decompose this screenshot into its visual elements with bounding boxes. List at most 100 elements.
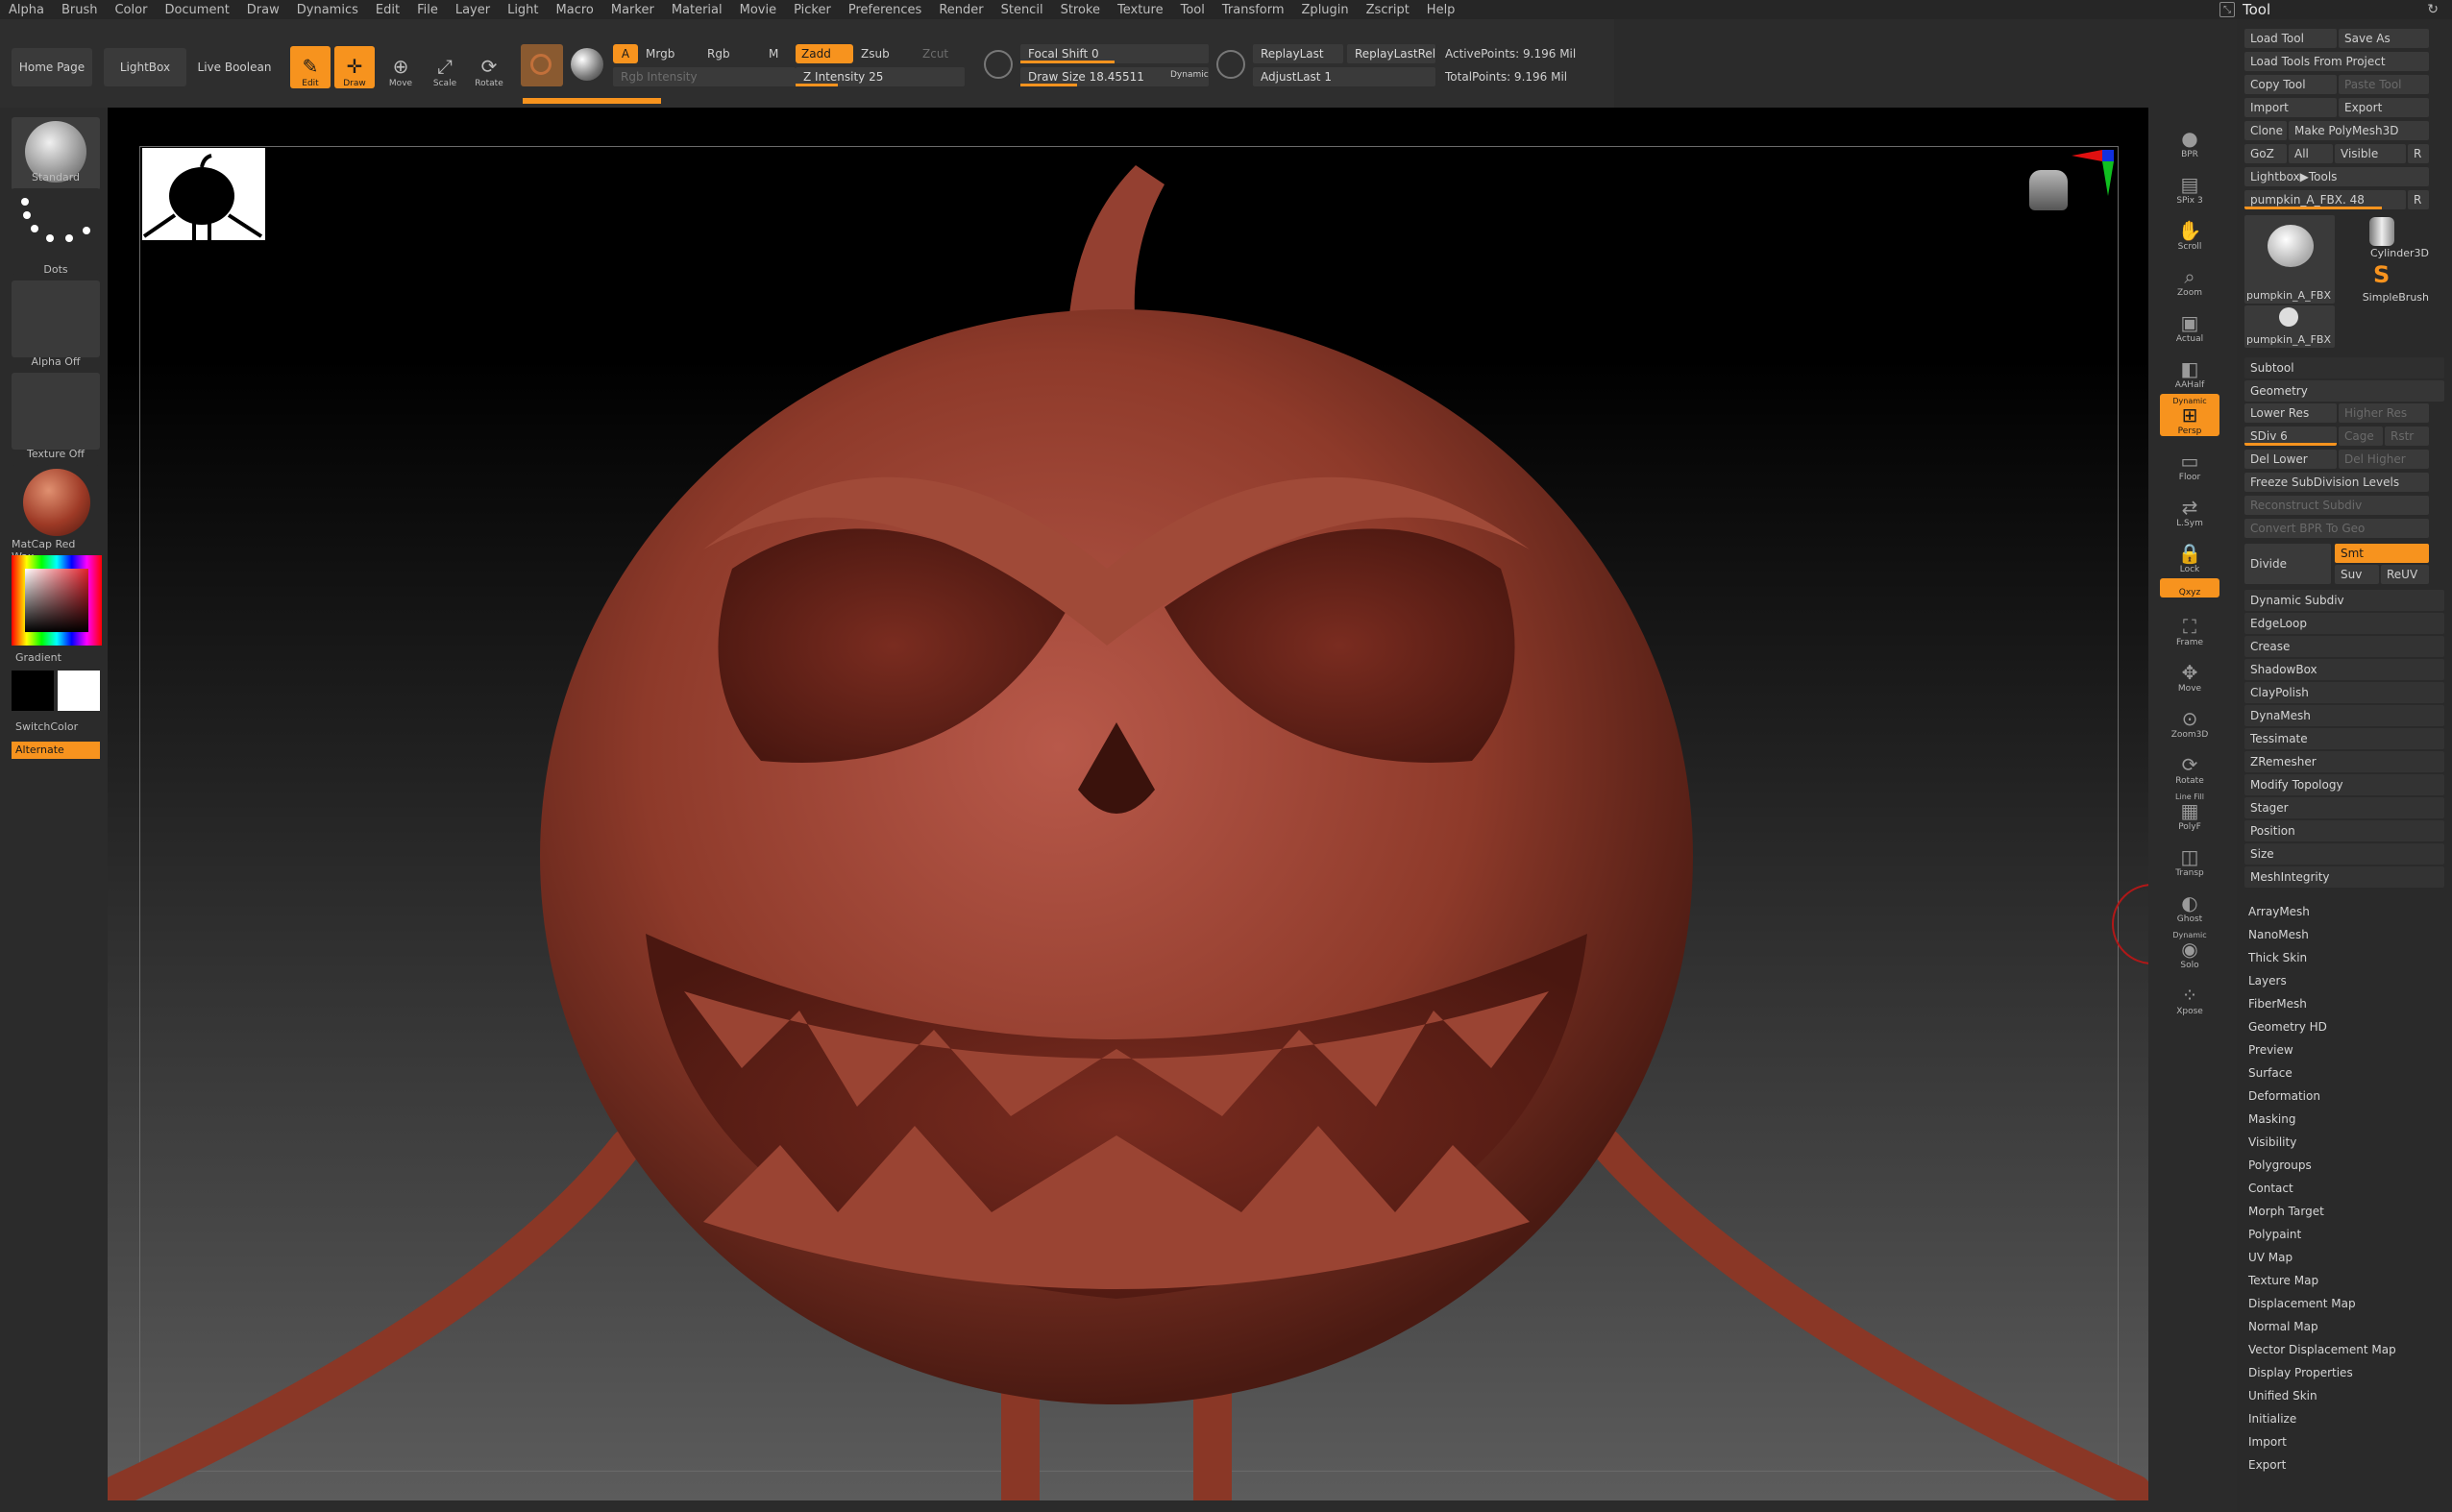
tool-thumb-pumpkin-2[interactable]: pumpkin_A_FBX [2244, 305, 2335, 348]
tool-thumb-pumpkin[interactable]: pumpkin_A_FBX [2244, 215, 2335, 304]
menu-display-properties[interactable]: Display Properties [2248, 1366, 2353, 1379]
geometry-modify-topology[interactable]: Modify Topology [2244, 774, 2444, 795]
menu-movie[interactable]: Movie [731, 3, 785, 17]
menu-file[interactable]: File [408, 3, 447, 17]
geometry-shadowbox[interactable]: ShadowBox [2244, 659, 2444, 680]
dynamic-icon[interactable] [1216, 50, 1245, 79]
shelf-actual-button[interactable]: ▣ Actual [2160, 302, 2219, 344]
alternate-button[interactable]: Alternate [12, 742, 100, 759]
freeze-subdivision-button[interactable]: Freeze SubDivision Levels [2244, 473, 2429, 492]
menu-thick-skin[interactable]: Thick Skin [2248, 951, 2307, 964]
reconstruct-subdiv-button[interactable]: Reconstruct Subdiv [2244, 496, 2429, 515]
convert-bpr-button[interactable]: Convert BPR To Geo [2244, 519, 2429, 538]
menu-draw[interactable]: Draw [238, 3, 288, 17]
geometry-position[interactable]: Position [2244, 820, 2444, 841]
goz-visible-button[interactable]: Visible [2335, 144, 2406, 163]
shelf-move-button[interactable]: ✥ Move [2160, 651, 2219, 694]
menu-polypaint[interactable]: Polypaint [2248, 1228, 2301, 1241]
lightbox-button[interactable]: LightBox [104, 48, 186, 86]
geometry-stager[interactable]: Stager [2244, 797, 2444, 818]
focal-shift-slider[interactable]: Focal Shift 0 [1020, 44, 1209, 63]
live-boolean-button[interactable]: Live Boolean [196, 48, 273, 86]
material-picker[interactable] [12, 465, 100, 542]
lower-res-button[interactable]: Lower Res [2244, 403, 2337, 423]
menu-masking[interactable]: Masking [2248, 1112, 2295, 1126]
edit-mode-button[interactable]: ✎ Edit [290, 46, 331, 88]
shelf-floor-button[interactable]: ▭ Floor [2160, 440, 2219, 482]
current-tool-slider[interactable]: pumpkin_A_FBX. 48 [2244, 190, 2406, 209]
menu-initialize[interactable]: Initialize [2248, 1412, 2296, 1426]
material-sphere-icon[interactable] [571, 48, 603, 81]
shelf-l-sym-button[interactable]: ⇄ L.Sym [2160, 486, 2219, 528]
menu-preview[interactable]: Preview [2248, 1043, 2293, 1057]
menu-uv-map[interactable]: UV Map [2248, 1251, 2293, 1264]
geometry-tessimate[interactable]: Tessimate [2244, 728, 2444, 749]
menu-marker[interactable]: Marker [602, 3, 663, 17]
menu-render[interactable]: Render [930, 3, 992, 17]
menu-morph-target[interactable]: Morph Target [2248, 1205, 2324, 1218]
tool-palette-title[interactable]: ⤡ Tool [2219, 0, 2270, 19]
menu-tool[interactable]: Tool [1172, 3, 1214, 17]
cage-button[interactable]: Cage [2339, 427, 2383, 446]
clone-button[interactable]: Clone [2244, 121, 2287, 140]
load-tools-from-project-button[interactable]: Load Tools From Project [2244, 52, 2429, 71]
orientation-gizmo-head-icon[interactable] [2029, 170, 2068, 210]
menu-document[interactable]: Document [156, 3, 237, 17]
menu-picker[interactable]: Picker [785, 3, 840, 17]
menu-polygroups[interactable]: Polygroups [2248, 1158, 2312, 1172]
palette-popout-icon[interactable]: ↻ [2427, 2, 2439, 17]
tool-thumb-cylinder[interactable]: Cylinder3D [2339, 215, 2429, 259]
menu-layer[interactable]: Layer [447, 3, 499, 17]
home-page-button[interactable]: Home Page [12, 48, 92, 86]
menu-zscript[interactable]: Zscript [1358, 3, 1418, 17]
secondary-color-swatch[interactable] [58, 671, 100, 711]
paste-tool-button[interactable]: Paste Tool [2339, 75, 2429, 94]
shelf-zoom-button[interactable]: ⌕ Zoom [2160, 256, 2219, 298]
geometry-size[interactable]: Size [2244, 843, 2444, 865]
alpha-picker[interactable] [12, 280, 100, 357]
menu-light[interactable]: Light [499, 3, 547, 17]
tool-thumb-simplebrush[interactable]: S SimpleBrush [2339, 261, 2429, 304]
make-polymesh-button[interactable]: Make PolyMesh3D [2289, 121, 2429, 140]
reuv-toggle[interactable]: ReUV [2381, 565, 2429, 584]
suv-toggle[interactable]: Suv [2335, 565, 2379, 584]
del-higher-button[interactable]: Del Higher [2339, 450, 2429, 469]
shelf-solo-button[interactable]: Dynamic ◉ Solo [2160, 928, 2219, 970]
goz-r-button[interactable]: R [2408, 144, 2429, 163]
menu-arraymesh[interactable]: ArrayMesh [2248, 905, 2310, 918]
zadd-button[interactable]: Zadd [796, 44, 853, 63]
viewport-canvas[interactable] [108, 108, 2148, 1500]
menu-texture[interactable]: Texture [1109, 3, 1172, 17]
shelf-zoom3d-button[interactable]: ⊙ Zoom3D [2160, 697, 2219, 740]
subtool-menu[interactable]: Subtool [2244, 357, 2444, 378]
focal-shift-icon[interactable] [984, 50, 1013, 79]
shelf-qxyz-button[interactable]: Qxyz [2160, 578, 2219, 597]
menu-material[interactable]: Material [663, 3, 731, 17]
stroke-picker[interactable] [12, 188, 100, 275]
current-tool-r-button[interactable]: R [2408, 190, 2429, 209]
shelf-polyf-button[interactable]: Line Fill ▦ PolyF [2160, 790, 2219, 832]
menu-color[interactable]: Color [106, 3, 156, 17]
shelf-persp-button[interactable]: Dynamic ⊞ Persp [2160, 394, 2219, 436]
geometry-meshintegrity[interactable]: MeshIntegrity [2244, 866, 2444, 888]
menu-texture-map[interactable]: Texture Map [2248, 1274, 2318, 1287]
pumpkin-model[interactable] [108, 108, 2148, 1500]
menu-nanomesh[interactable]: NanoMesh [2248, 928, 2309, 941]
menu-stencil[interactable]: Stencil [993, 3, 1052, 17]
replay-last-rel-button[interactable]: ReplayLastRel [1347, 44, 1435, 63]
z-intensity-slider[interactable]: Z Intensity 25 [796, 67, 965, 86]
menu-surface[interactable]: Surface [2248, 1066, 2293, 1080]
save-as-button[interactable]: Save As [2339, 29, 2429, 48]
geometry-claypolish[interactable]: ClayPolish [2244, 682, 2444, 703]
del-lower-button[interactable]: Del Lower [2244, 450, 2337, 469]
geometry-dynamic-subdiv[interactable]: Dynamic Subdiv [2244, 590, 2444, 611]
axis-gizmo-icon[interactable] [2064, 146, 2118, 204]
move-mode-button[interactable]: ⊕ Move [380, 46, 421, 88]
menu-brush[interactable]: Brush [53, 3, 107, 17]
menu-displacement-map[interactable]: Displacement Map [2248, 1297, 2356, 1310]
draw-mode-button[interactable]: ✛ Draw [334, 46, 375, 88]
switch-color-button[interactable]: SwitchColor [15, 720, 104, 733]
shelf-spix-3-button[interactable]: ▤ SPix 3 [2160, 163, 2219, 206]
color-picker[interactable] [12, 555, 102, 646]
replay-last-button[interactable]: ReplayLast [1253, 44, 1343, 63]
